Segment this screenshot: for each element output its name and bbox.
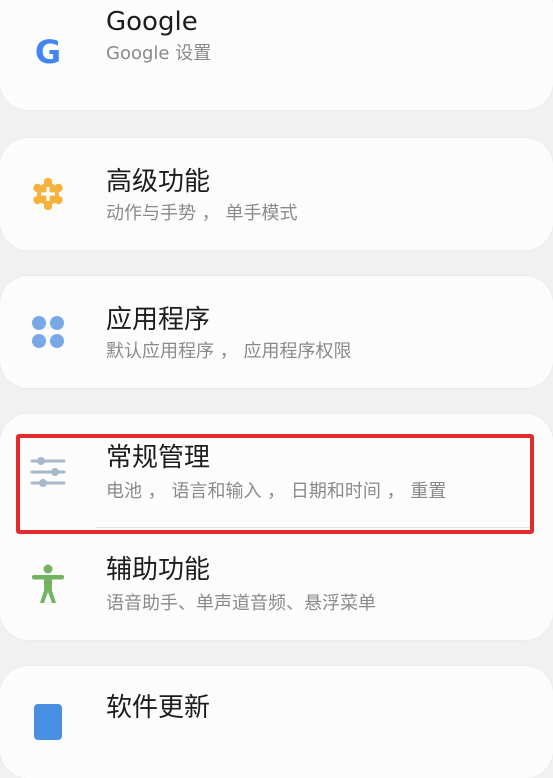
accessibility-item[interactable]: 辅助功能 语音助手、单声道音频、悬浮菜单	[0, 528, 553, 640]
advanced-features-title: 高级功能	[106, 167, 211, 197]
advanced-features-item[interactable]: 高级功能 动作与手势 ， 单手模式	[0, 138, 553, 250]
advanced-features-subtitle: 动作与手势 ， 单手模式	[106, 203, 298, 224]
software-update-card: 软件更新	[0, 666, 553, 778]
accessibility-icon	[28, 564, 68, 604]
applications-item[interactable]: 应用程序 默认应用程序 ， 应用程序权限	[0, 276, 553, 388]
google-card: G Google Google 设置	[0, 0, 553, 110]
apps-icon	[28, 312, 68, 352]
software-update-icon	[28, 702, 68, 742]
general-management-item[interactable]: 常规管理 电池 ， 语言和输入 ， 日期和时间 ， 重置	[0, 414, 553, 526]
general-management-title: 常规管理	[106, 443, 211, 473]
accessibility-subtitle: 语音助手、单声道音频、悬浮菜单	[106, 593, 376, 614]
general-management-subtitle: 电池 ， 语言和输入 ， 日期和时间 ， 重置	[106, 481, 447, 502]
applications-card: 应用程序 默认应用程序 ， 应用程序权限	[0, 276, 553, 388]
applications-subtitle: 默认应用程序 ， 应用程序权限	[106, 341, 352, 362]
applications-title: 应用程序	[106, 305, 211, 335]
google-subtitle: Google 设置	[106, 43, 212, 64]
sliders-icon	[28, 452, 68, 492]
svg-text:G: G	[35, 35, 61, 71]
software-update-item[interactable]: 软件更新	[0, 666, 553, 778]
software-update-title: 软件更新	[106, 693, 211, 723]
accessibility-title: 辅助功能	[106, 555, 211, 585]
gear-plus-icon	[28, 174, 68, 214]
google-settings-item[interactable]: G Google Google 设置	[0, 0, 553, 110]
management-card: 常规管理 电池 ， 语言和输入 ， 日期和时间 ， 重置 辅助功能 语音助手、单…	[0, 414, 553, 640]
advanced-features-card: 高级功能 动作与手势 ， 单手模式	[0, 138, 553, 250]
google-title: Google	[106, 7, 198, 37]
google-icon: G	[28, 33, 68, 73]
